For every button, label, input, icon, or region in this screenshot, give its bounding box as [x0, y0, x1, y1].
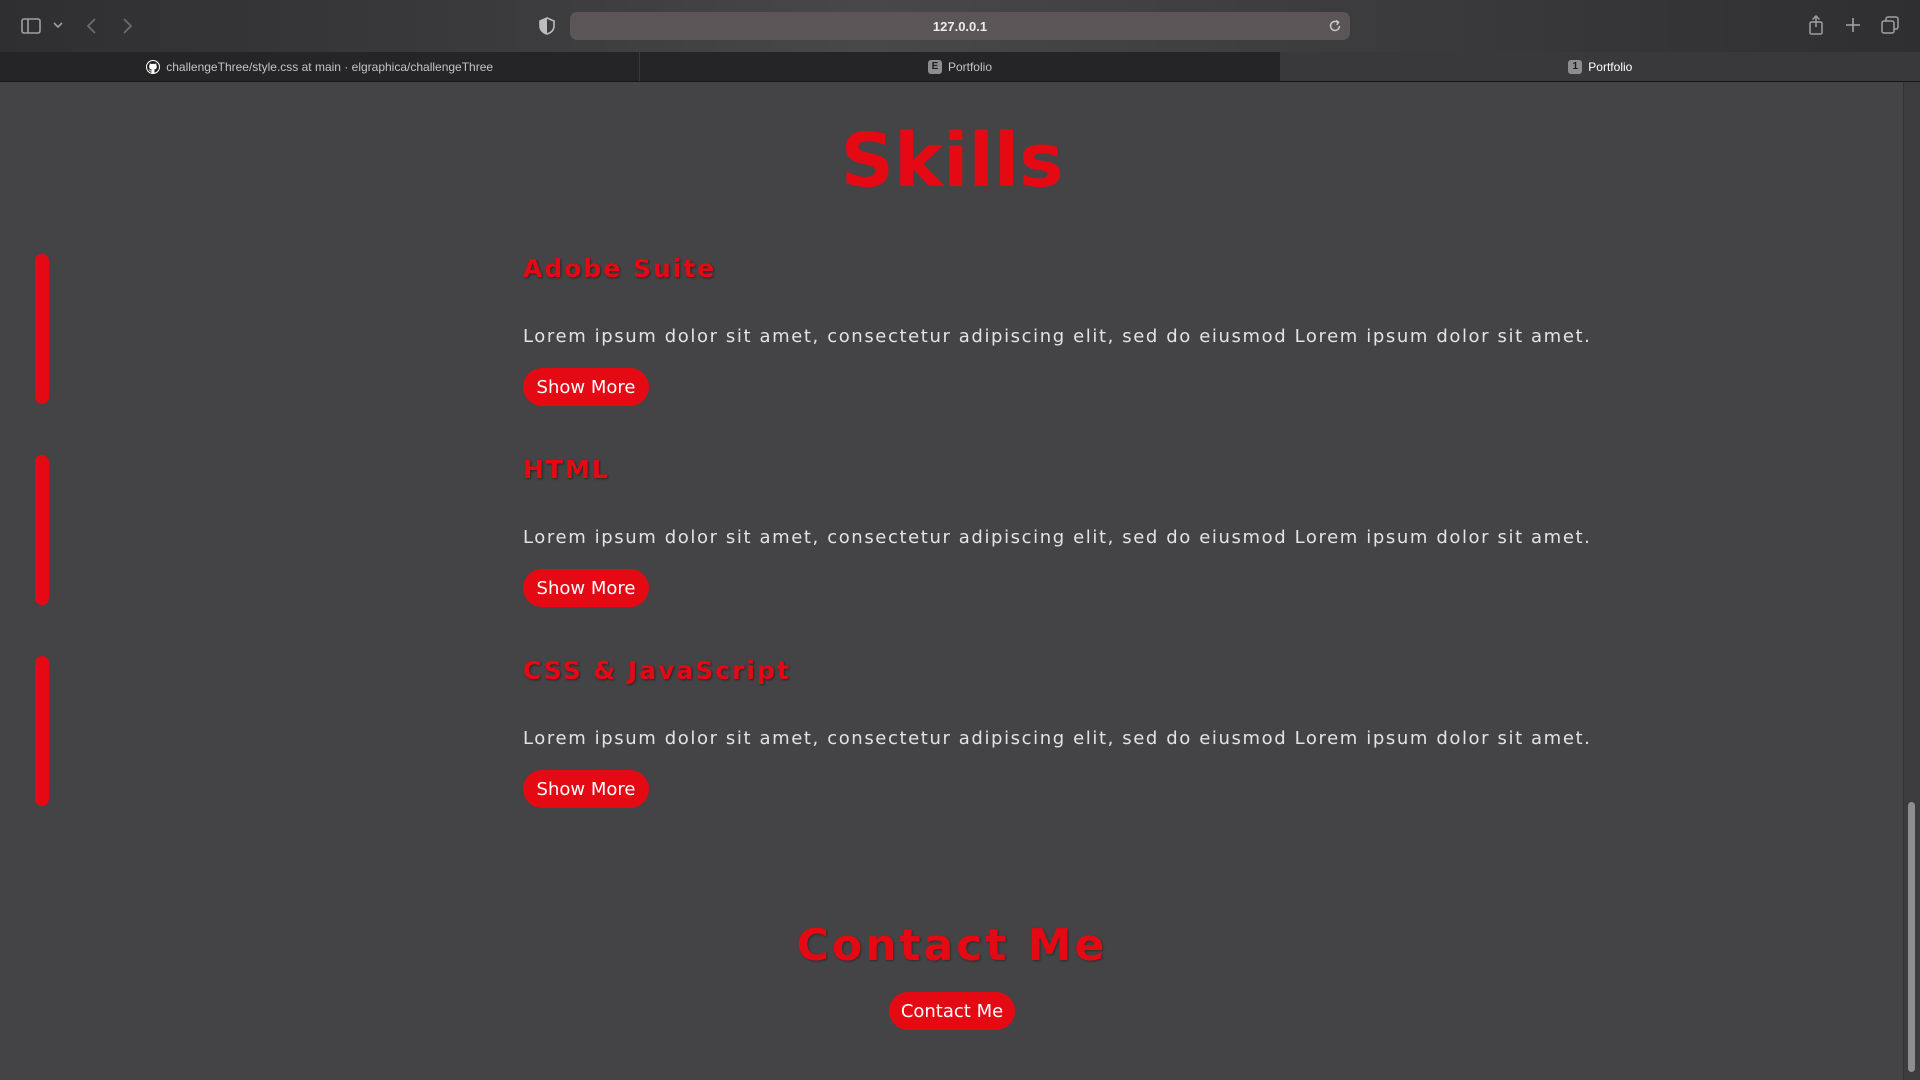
skill-description: Lorem ipsum dolor sit amet, consectetur …: [523, 728, 1592, 749]
skill-card-adobe-suite: Adobe Suite Lorem ipsum dolor sit amet, …: [0, 254, 1904, 414]
show-more-button[interactable]: Show More: [523, 368, 649, 406]
skill-card-css-javascript: CSS & JavaScript Lorem ipsum dolor sit a…: [0, 656, 1904, 816]
address-bar[interactable]: 127.0.0.1: [570, 12, 1350, 40]
forward-icon[interactable]: [117, 15, 137, 37]
skill-title: Adobe Suite: [523, 254, 717, 283]
back-icon[interactable]: [82, 15, 102, 37]
tab-portfolio-active[interactable]: 1 Portfolio: [1280, 52, 1920, 81]
skill-title: CSS & JavaScript: [523, 656, 791, 685]
tab-favicon-1: 1: [1568, 59, 1583, 74]
show-more-button[interactable]: Show More: [523, 770, 649, 808]
privacy-shield-icon[interactable]: [537, 15, 557, 37]
url-text: 127.0.0.1: [932, 18, 988, 34]
skill-accent-bar: [35, 656, 49, 806]
reload-icon[interactable]: [1328, 18, 1342, 37]
page-viewport: Skills Adobe Suite Lorem ipsum dolor sit…: [0, 82, 1904, 1080]
scrollbar-thumb[interactable]: [1908, 802, 1915, 1072]
tab-favicon-e: E: [927, 59, 942, 74]
browser-toolbar: 127.0.0.1: [0, 0, 1920, 52]
skill-accent-bar: [35, 254, 49, 404]
skill-title: HTML: [523, 455, 610, 484]
contact-me-button[interactable]: Contact Me: [889, 992, 1015, 1030]
github-icon: [146, 59, 161, 74]
page-scrollbar[interactable]: [1903, 82, 1920, 1080]
tab-label: Portfolio: [947, 59, 992, 74]
tab-label: challengeThree/style.css at main · elgra…: [166, 59, 494, 74]
share-icon[interactable]: [1806, 13, 1826, 37]
new-tab-icon[interactable]: [1843, 15, 1863, 35]
skills-heading: Skills: [840, 118, 1064, 204]
show-more-button[interactable]: Show More: [523, 569, 649, 607]
skill-description: Lorem ipsum dolor sit amet, consectetur …: [523, 527, 1592, 548]
chevron-down-icon[interactable]: [52, 19, 64, 31]
skill-accent-bar: [35, 455, 49, 605]
tab-label: Portfolio: [1588, 59, 1633, 74]
tab-overview-icon[interactable]: [1880, 15, 1900, 35]
skill-card-html: HTML Lorem ipsum dolor sit amet, consect…: [0, 455, 1904, 615]
tab-bar: challengeThree/style.css at main · elgra…: [0, 52, 1920, 82]
contact-heading: Contact Me: [796, 920, 1108, 971]
sidebar-toggle-icon[interactable]: [20, 15, 42, 37]
tab-github[interactable]: challengeThree/style.css at main · elgra…: [0, 52, 641, 81]
skill-description: Lorem ipsum dolor sit amet, consectetur …: [523, 326, 1592, 347]
tab-portfolio-e[interactable]: E Portfolio: [640, 52, 1281, 81]
